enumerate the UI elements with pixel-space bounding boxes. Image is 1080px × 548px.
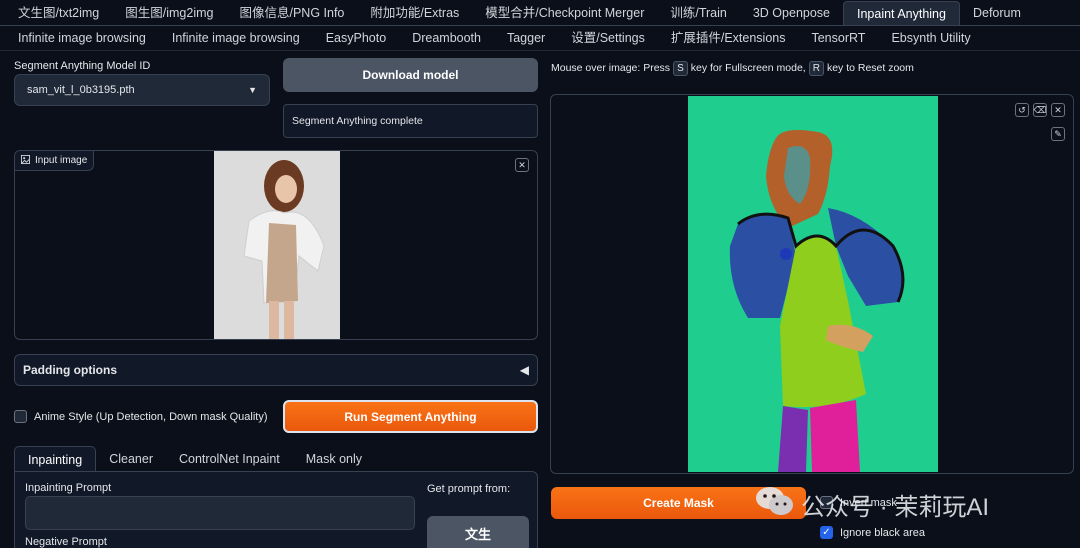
tab-inpainting[interactable]: Inpainting — [14, 446, 97, 472]
tab-train[interactable]: 训练/Train — [657, 1, 740, 25]
tab-mask-only[interactable]: Mask only — [293, 446, 375, 472]
anime-style-checkbox[interactable] — [14, 410, 27, 423]
clear-mask-close-icon[interactable]: ✕ — [1051, 103, 1065, 117]
model-id-label: Segment Anything Model ID — [14, 60, 151, 72]
tab-controlnet-inpaint[interactable]: ControlNet Inpaint — [166, 446, 293, 472]
input-photo — [214, 151, 340, 339]
hint-key-s: S — [673, 61, 688, 76]
ignore-black-area-option[interactable]: ✓ Ignore black area — [820, 526, 925, 539]
tab-png-info[interactable]: 图像信息/PNG Info — [226, 1, 357, 25]
hint-mid: key for Fullscreen mode, — [690, 62, 806, 74]
input-image-label: Input image — [35, 155, 88, 166]
anime-style-option[interactable]: Anime Style (Up Detection, Down mask Qua… — [14, 410, 268, 423]
tab-infinite-image-browsing-1[interactable]: Infinite image browsing — [5, 26, 159, 50]
mouse-over-hint: Mouse over image: Press Skey for Fullscre… — [551, 61, 914, 76]
status-output: Segment Anything complete — [283, 104, 538, 138]
tab-dreambooth[interactable]: Dreambooth — [399, 26, 494, 50]
tab-cleaner[interactable]: Cleaner — [96, 446, 166, 472]
tab-divider-2 — [0, 50, 1080, 51]
get-prompt-label: Get prompt from: — [427, 483, 511, 495]
tab-easyphoto[interactable]: EasyPhoto — [313, 26, 399, 50]
tab-3d-openpose[interactable]: 3D Openpose — [740, 1, 843, 25]
anime-style-label: Anime Style (Up Detection, Down mask Qua… — [34, 410, 268, 423]
tab-ebsynth-utility[interactable]: Ebsynth Utility — [878, 26, 983, 50]
create-mask-button[interactable]: Create Mask — [551, 487, 806, 519]
main-tab-bar: 文生图/txt2img 图生图/img2img 图像信息/PNG Info 附加… — [5, 0, 1034, 26]
tab-tagger[interactable]: Tagger — [494, 26, 558, 50]
segmentation-mask-panel[interactable]: ↺ ⌫ ✕ ✎ — [550, 94, 1074, 474]
input-image-header: Input image — [15, 151, 95, 171]
tab-deforum[interactable]: Deforum — [960, 1, 1034, 25]
tab-extras[interactable]: 附加功能/Extras — [357, 1, 472, 25]
hint-key-r: R — [808, 61, 824, 76]
inpainting-prompt-input[interactable] — [25, 496, 415, 530]
hint-suffix: key to Reset zoom — [826, 62, 914, 74]
inpainting-prompt-label: Inpainting Prompt — [25, 482, 112, 494]
input-image-panel[interactable]: Input image ✕ — [14, 150, 538, 340]
inpaint-mode-tabs: Inpainting Cleaner ControlNet Inpaint Ma… — [14, 446, 375, 472]
model-id-select[interactable]: sam_vit_l_0b3195.pth ▼ — [14, 74, 270, 106]
segmentation-mask-image[interactable] — [688, 96, 938, 472]
hint-prefix: Mouse over image: Press — [551, 62, 671, 74]
tab-inpaint-anything[interactable]: Inpaint Anything — [843, 0, 960, 26]
image-icon — [21, 154, 30, 167]
ignore-black-area-label: Ignore black area — [840, 526, 925, 539]
undo-icon[interactable]: ↺ — [1015, 103, 1029, 117]
inpainting-panel: Inpainting Prompt Get prompt from: 文生 Ne… — [14, 471, 538, 548]
tab-img2img[interactable]: 图生图/img2img — [112, 1, 226, 25]
tab-settings[interactable]: 设置/Settings — [558, 26, 658, 50]
ignore-black-area-checkbox[interactable]: ✓ — [820, 526, 833, 539]
brush-icon[interactable]: ✎ — [1051, 127, 1065, 141]
collapse-arrow-icon: ◀ — [519, 363, 529, 377]
eraser-icon[interactable]: ⌫ — [1033, 103, 1047, 117]
tab-txt2img[interactable]: 文生图/txt2img — [5, 1, 112, 25]
secondary-tab-bar: Infinite image browsing Infinite image b… — [5, 26, 984, 50]
invert-mask-label: Invert mask — [840, 496, 897, 509]
download-model-button[interactable]: Download model — [283, 58, 538, 92]
run-segment-anything-button[interactable]: Run Segment Anything — [283, 400, 538, 433]
invert-mask-checkbox[interactable] — [820, 496, 833, 509]
invert-mask-option[interactable]: Invert mask — [820, 496, 897, 509]
get-prompt-txt2img-button[interactable]: 文生 — [427, 516, 529, 548]
tab-tensorrt[interactable]: TensorRT — [798, 26, 878, 50]
padding-options-accordion[interactable]: Padding options ◀ — [14, 354, 538, 386]
model-id-value: sam_vit_l_0b3195.pth — [27, 84, 135, 96]
clear-image-close-icon[interactable]: ✕ — [515, 158, 529, 172]
dropdown-caret-icon: ▼ — [248, 85, 257, 95]
tab-checkpoint-merger[interactable]: 模型合并/Checkpoint Merger — [472, 1, 657, 25]
tab-infinite-image-browsing-2[interactable]: Infinite image browsing — [159, 26, 313, 50]
tab-extensions[interactable]: 扩展插件/Extensions — [658, 26, 799, 50]
padding-options-label: Padding options — [23, 363, 117, 377]
negative-prompt-label: Negative Prompt — [25, 536, 107, 548]
